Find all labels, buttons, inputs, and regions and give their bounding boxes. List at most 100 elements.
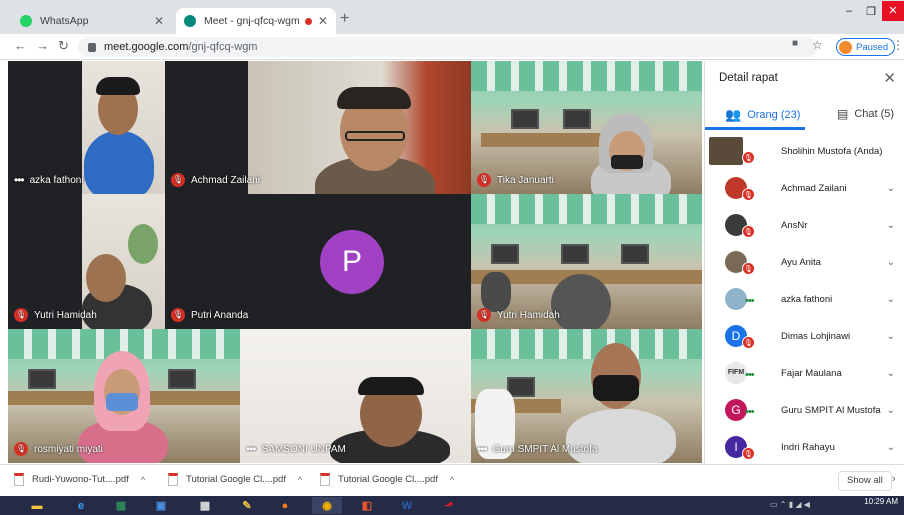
- word-icon[interactable]: W: [392, 497, 422, 514]
- excel-icon[interactable]: ▦: [106, 497, 136, 514]
- paint-icon[interactable]: ✎: [232, 497, 262, 514]
- close-panel-button[interactable]: ✕: [883, 69, 896, 87]
- tab-title: WhatsApp: [40, 15, 89, 27]
- download-item[interactable]: Rudi-Yuwono-Tut....pdf ^: [14, 473, 145, 486]
- participant-row[interactable]: FIFM ••• Fajar Maulana ⌄: [705, 355, 904, 392]
- mic-off-icon: 🎙: [742, 336, 755, 349]
- panel-title: Detail rapat: [719, 72, 778, 84]
- reload-button[interactable]: ↻: [58, 38, 69, 54]
- file-explorer-icon[interactable]: ▬: [22, 497, 52, 514]
- new-tab-button[interactable]: +: [340, 10, 349, 28]
- internet-explorer-icon[interactable]: e: [66, 497, 96, 514]
- close-icon[interactable]: ›: [892, 473, 896, 485]
- download-filename: Tutorial Google Cl....pdf: [338, 474, 438, 485]
- office-icon[interactable]: ◧: [352, 497, 382, 514]
- tab-meet[interactable]: Meet - gnj-qfcq-wgm ✕: [176, 8, 336, 34]
- participant-name: SAMSONI UNPAM: [261, 443, 346, 455]
- profile-button[interactable]: Paused: [836, 38, 896, 56]
- chevron-down-icon[interactable]: ⌄: [887, 257, 895, 268]
- download-item[interactable]: Tutorial Google Cl....pdf ^: [320, 473, 454, 486]
- camera-icon[interactable]: ■: [792, 38, 798, 49]
- participant-row[interactable]: I 🎙 Indri Rahayu ⌄: [705, 429, 904, 466]
- video-tile[interactable]: ••• azka fathoni: [8, 61, 165, 194]
- taskbar: ▬ e ▦ ▣ ▩ ✎ ● ◉ ◧ W ⬏ ▭ ⌃ ▮ ◢ ◀ 10:29 AM: [0, 496, 904, 515]
- chevron-down-icon[interactable]: ⌄: [887, 294, 895, 305]
- video-tile[interactable]: P 🎙 Putri Ananda: [165, 194, 471, 329]
- minimize-button[interactable]: –: [838, 5, 860, 17]
- participant-name: Yutri Hamidah: [497, 309, 560, 321]
- chevron-down-icon[interactable]: ⌄: [887, 183, 895, 194]
- mic-off-icon: 🎙: [477, 173, 491, 187]
- profile-label: Paused: [856, 41, 889, 53]
- chevron-down-icon[interactable]: ⌄: [887, 331, 895, 342]
- chevron-down-icon[interactable]: ⌄: [887, 405, 895, 416]
- participant-row[interactable]: D 🎙 Dimas Lohjinawi ⌄: [705, 318, 904, 355]
- avatar: FIFM: [725, 362, 747, 384]
- more-icon[interactable]: ⋮: [892, 38, 904, 52]
- close-window-button[interactable]: ✕: [882, 1, 904, 21]
- participant-name: Fajar Maulana: [781, 368, 842, 379]
- forward-button[interactable]: →: [36, 38, 49, 53]
- speaking-indicator-icon: •••: [745, 406, 755, 418]
- whatsapp-icon: [20, 15, 32, 27]
- video-tile[interactable]: 🎙 Tika Januarti: [471, 61, 702, 194]
- chevron-down-icon[interactable]: ⌄: [887, 442, 895, 453]
- participant-name: Achmad Zailani: [191, 174, 260, 186]
- pdf-icon: [320, 473, 330, 486]
- tab-chat[interactable]: ▤ Chat (5): [837, 107, 894, 121]
- mic-off-icon: 🎙: [14, 308, 28, 322]
- chat-icon: ▤: [837, 107, 849, 121]
- participant-list: 🎙 Sholihin Mustofa (Anda) 🎙 Achmad Zailani ⌄…: [705, 133, 904, 466]
- participant-row[interactable]: G ••• Guru SMPIT Al Mustofa ⌄: [705, 392, 904, 429]
- mic-off-icon: 🎙: [742, 225, 755, 238]
- mic-off-icon: 🎙: [171, 308, 185, 322]
- participant-name: AnsNr: [781, 220, 808, 231]
- participant-row[interactable]: 🎙 AnsNr ⌄: [705, 207, 904, 244]
- chevron-up-icon[interactable]: ^: [298, 475, 302, 485]
- tab-people[interactable]: 👥 Orang (23): [725, 107, 800, 123]
- chevron-down-icon[interactable]: ⌄: [887, 220, 895, 231]
- avatar: [709, 137, 743, 165]
- show-all-button[interactable]: Show all: [838, 471, 892, 491]
- chevron-down-icon[interactable]: ⌄: [887, 368, 895, 379]
- media-icon[interactable]: ▣: [146, 497, 176, 514]
- participant-name: Sholihin Mustofa (Anda): [781, 146, 883, 157]
- speaking-indicator-icon: •••: [246, 442, 257, 456]
- participant-name: Yutri Hamidah: [34, 309, 97, 321]
- participant-row[interactable]: 🎙 Sholihin Mustofa (Anda): [705, 133, 904, 170]
- download-item[interactable]: Tutorial Google Cl....pdf ^: [168, 473, 302, 486]
- star-icon[interactable]: ☆: [812, 38, 823, 52]
- video-tile[interactable]: 🎙 Yutri Hamidah: [8, 194, 165, 329]
- address-bar: ← → ↻ meet.google.com/gnj-qfcq-wgm ■ ☆ P…: [0, 34, 904, 60]
- clock[interactable]: 10:29 AM: [864, 498, 898, 506]
- meet-icon: [184, 15, 196, 27]
- back-button[interactable]: ←: [14, 38, 27, 53]
- clock-time: 10:29 AM: [864, 497, 898, 506]
- video-tile[interactable]: 🎙 rosmiyati miyati: [8, 329, 240, 463]
- video-editor-icon[interactable]: ▩: [190, 497, 220, 514]
- video-tile[interactable]: 🎙 Yutri Hamidah: [471, 194, 702, 329]
- tab-whatsapp[interactable]: WhatsApp ✕: [12, 8, 172, 34]
- mic-off-icon: 🎙: [742, 188, 755, 201]
- chevron-up-icon[interactable]: ^: [450, 475, 454, 485]
- participant-name: Putri Ananda: [191, 309, 249, 321]
- participant-name: azka fathoni: [781, 294, 833, 305]
- system-tray-icons[interactable]: ▭ ⌃ ▮ ◢ ◀: [770, 500, 810, 509]
- restore-button[interactable]: ❐: [860, 5, 882, 18]
- firefox-icon[interactable]: ●: [270, 497, 300, 514]
- participant-name: azka fathoni: [29, 174, 84, 186]
- participant-row[interactable]: 🎙 Ayu Anita ⌄: [705, 244, 904, 281]
- acrobat-icon[interactable]: ⬏: [434, 497, 464, 514]
- participant-row[interactable]: 🎙 Achmad Zailani ⌄: [705, 170, 904, 207]
- video-tile[interactable]: ••• Guru SMPIT Al Mustofa: [471, 329, 702, 463]
- url-input[interactable]: meet.google.com/gnj-qfcq-wgm: [78, 37, 818, 57]
- participant-name: Ayu Anita: [781, 257, 821, 268]
- video-tile[interactable]: ••• SAMSONI UNPAM: [240, 329, 471, 463]
- participant-row[interactable]: ••• azka fathoni ⌄: [705, 281, 904, 318]
- video-tile[interactable]: 🎙 Achmad Zailani: [165, 61, 471, 194]
- chevron-up-icon[interactable]: ^: [141, 475, 145, 485]
- close-icon[interactable]: ✕: [154, 14, 164, 28]
- close-icon[interactable]: ✕: [318, 14, 328, 28]
- chrome-icon[interactable]: ◉: [312, 497, 342, 514]
- avatar: G: [725, 399, 747, 421]
